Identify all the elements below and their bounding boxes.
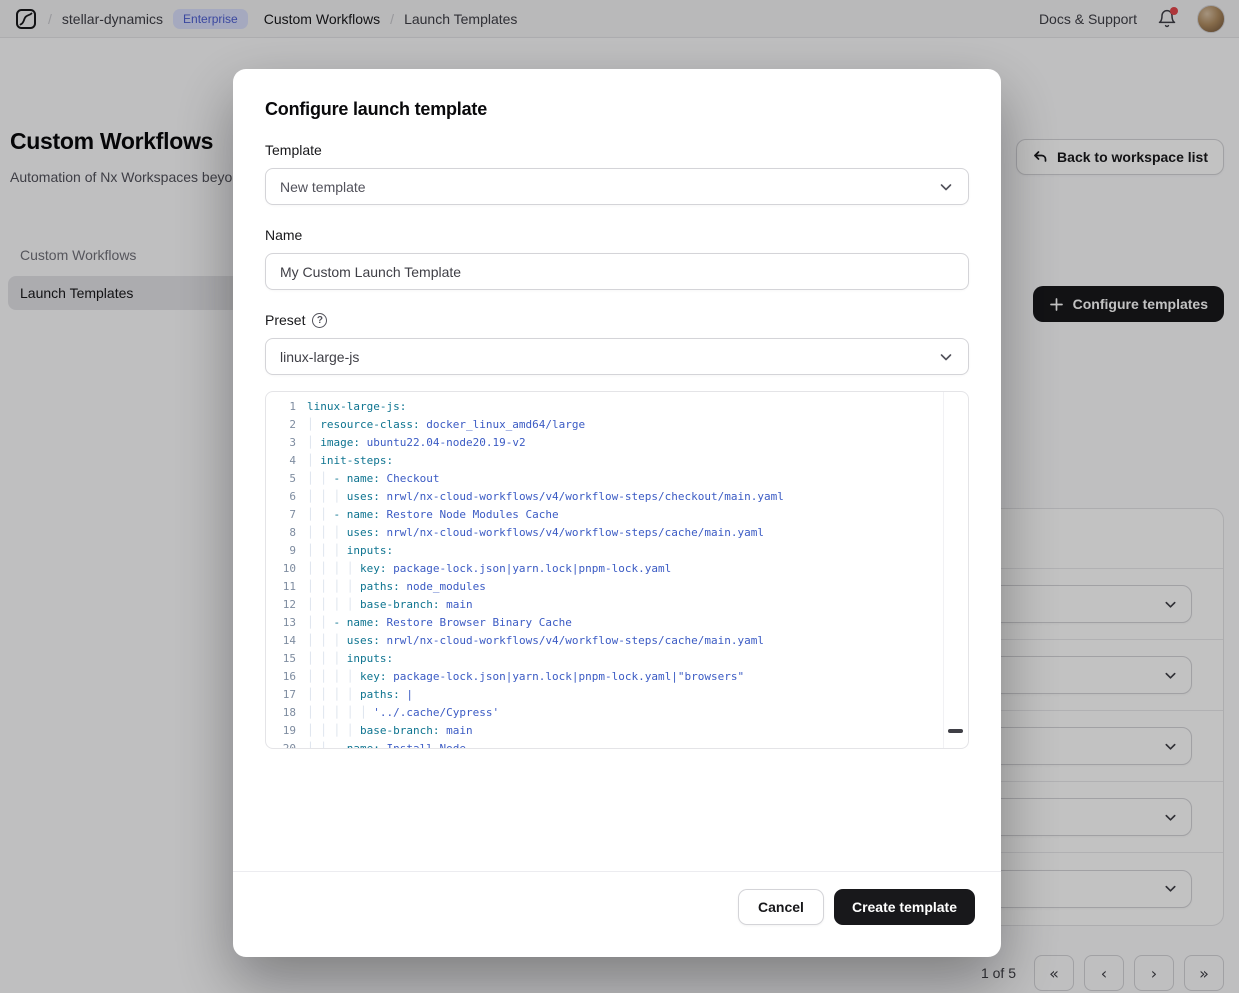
preset-field-label: Preset ? — [265, 312, 969, 328]
code-line: 13│ │ - name: Restore Browser Binary Cac… — [266, 614, 968, 632]
code-line: 3│ image: ubuntu22.04-node20.19-v2 — [266, 434, 968, 452]
template-field-label: Template — [265, 142, 969, 158]
editor-scroll-track — [943, 392, 944, 748]
editor-scrollbar-thumb[interactable] — [948, 729, 963, 733]
code-lines: 1linux-large-js:2│ resource-class: docke… — [266, 398, 968, 749]
modal-title: Configure launch template — [265, 99, 969, 120]
code-line: 8│ │ │ uses: nrwl/nx-cloud-workflows/v4/… — [266, 524, 968, 542]
code-line: 6│ │ │ uses: nrwl/nx-cloud-workflows/v4/… — [266, 488, 968, 506]
code-line: 12│ │ │ │ base-branch: main — [266, 596, 968, 614]
preset-label-text: Preset — [265, 312, 305, 328]
code-line: 20│ │ - name: Install Node — [266, 740, 968, 749]
name-input[interactable]: My Custom Launch Template — [265, 253, 969, 290]
name-field-label: Name — [265, 227, 969, 243]
configure-launch-template-modal: Configure launch template Template New t… — [233, 69, 1001, 957]
create-template-button[interactable]: Create template — [834, 889, 975, 925]
preset-select[interactable]: linux-large-js — [265, 338, 969, 375]
yaml-code-editor[interactable]: 1linux-large-js:2│ resource-class: docke… — [265, 391, 969, 749]
code-line: 10│ │ │ │ key: package-lock.json|yarn.lo… — [266, 560, 968, 578]
modal-footer: Cancel Create template — [233, 871, 1001, 957]
code-line: 17│ │ │ │ paths: | — [266, 686, 968, 704]
code-line: 14│ │ │ uses: nrwl/nx-cloud-workflows/v4… — [266, 632, 968, 650]
code-line: 7│ │ - name: Restore Node Modules Cache — [266, 506, 968, 524]
code-line: 18│ │ │ │ │ '../.cache/Cypress' — [266, 704, 968, 722]
code-line: 11│ │ │ │ paths: node_modules — [266, 578, 968, 596]
code-line: 2│ resource-class: docker_linux_amd64/la… — [266, 416, 968, 434]
cancel-button[interactable]: Cancel — [738, 889, 824, 925]
code-line: 19│ │ │ │ base-branch: main — [266, 722, 968, 740]
code-line: 1linux-large-js: — [266, 398, 968, 416]
code-line: 5│ │ - name: Checkout — [266, 470, 968, 488]
code-line: 4│ init-steps: — [266, 452, 968, 470]
preset-select-value: linux-large-js — [280, 349, 938, 365]
chevron-down-icon — [938, 179, 954, 195]
template-select-value: New template — [280, 179, 938, 195]
help-icon[interactable]: ? — [312, 313, 327, 328]
name-input-value: My Custom Launch Template — [280, 264, 461, 280]
code-line: 9│ │ │ inputs: — [266, 542, 968, 560]
code-line: 15│ │ │ inputs: — [266, 650, 968, 668]
chevron-down-icon — [938, 349, 954, 365]
code-line: 16│ │ │ │ key: package-lock.json|yarn.lo… — [266, 668, 968, 686]
template-select[interactable]: New template — [265, 168, 969, 205]
